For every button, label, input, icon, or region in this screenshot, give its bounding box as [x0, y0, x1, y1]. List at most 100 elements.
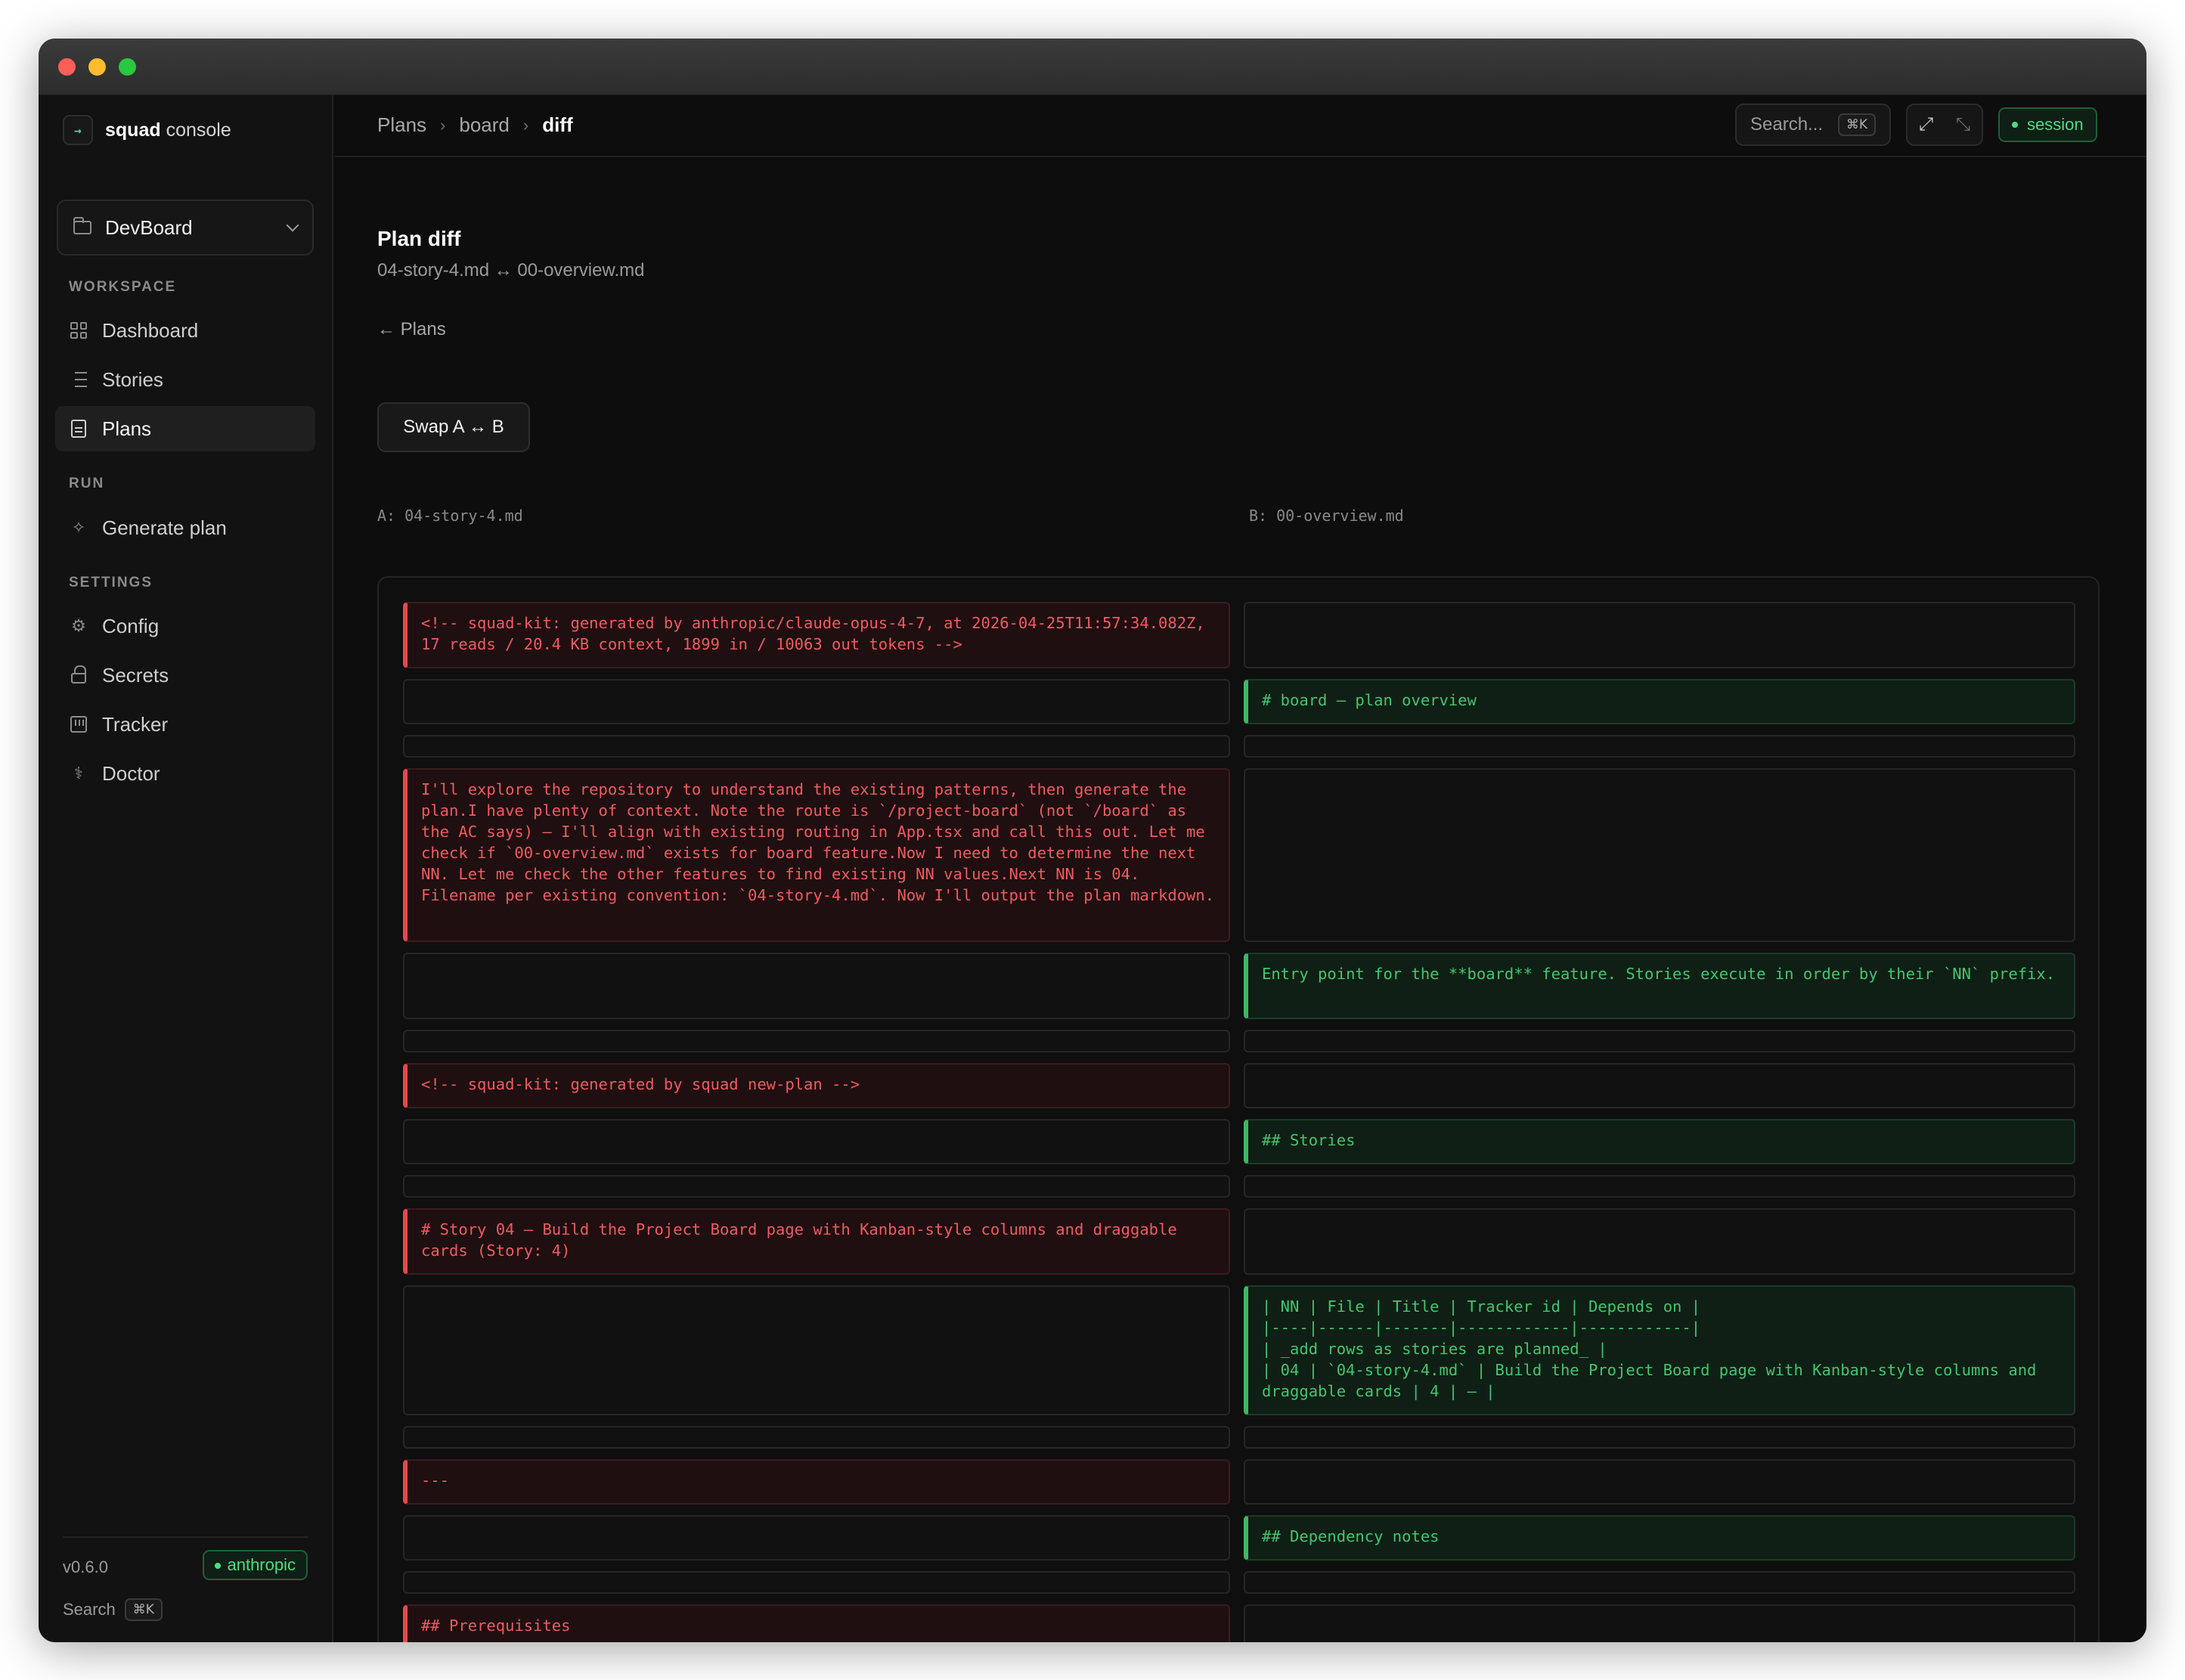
footer-search-label: Search	[63, 1600, 116, 1619]
diff-cell-empty	[1244, 768, 2075, 942]
diff-cell-empty	[1244, 1604, 2075, 1642]
swap-button[interactable]: Swap A ↔ B	[377, 402, 530, 452]
sidebar: → squad console DevBoard WORKSPACE Dashb…	[39, 95, 333, 1642]
diff-cell-removed: I'll explore the repository to understan…	[403, 768, 1230, 942]
diff-cell-context	[403, 735, 1230, 758]
diff-cell-context	[1244, 1030, 2075, 1052]
brand-name: squad console	[105, 119, 231, 141]
sidebar-item-stories[interactable]: Stories	[55, 357, 315, 402]
search-placeholder: Search...	[1750, 114, 1824, 135]
breadcrumb-current: diff	[542, 113, 573, 136]
session-badge: session	[1998, 107, 2097, 142]
diff-cell-added: # board — plan overview	[1244, 679, 2075, 724]
sidebar-item-label: Generate plan	[102, 516, 227, 539]
section-label-settings: SETTINGS	[69, 575, 153, 590]
diff-cell-added: | NN | File | Title | Tracker id | Depen…	[1244, 1285, 2075, 1415]
diff-panel: <!-- squad-kit: generated by anthropic/c…	[377, 576, 2100, 1642]
main-content: Plans › board › diff Search... ⌘K ⤢ ⤡ se…	[335, 95, 2146, 1642]
diff-cell-added: Entry point for the **board** feature. S…	[1244, 953, 2075, 1019]
diff-cell-removed: <!-- squad-kit: generated by anthropic/c…	[403, 602, 1230, 668]
section-label-workspace: WORKSPACE	[69, 279, 177, 295]
chevron-right-icon: ›	[440, 115, 446, 135]
minimize-window-button[interactable]	[88, 58, 106, 76]
diff-cell-empty	[403, 953, 1230, 1019]
page-subtitle: 04-story-4.md ↔ 00-overview.md	[377, 260, 645, 281]
shortcut-key: ⌘K	[124, 1598, 163, 1621]
zoom-window-button[interactable]	[119, 58, 136, 76]
sidebar-item-plans[interactable]: Plans	[55, 406, 315, 451]
title-bar	[39, 39, 2146, 95]
chevron-down-icon	[286, 219, 299, 232]
breadcrumb-board[interactable]: board	[459, 113, 510, 137]
sidebar-item-label: Secrets	[102, 663, 169, 687]
diff-cell-removed: <!-- squad-kit: generated by squad new-p…	[403, 1063, 1230, 1108]
sidebar-item-secrets[interactable]: Secrets	[55, 652, 315, 698]
page-title: Plan diff	[377, 227, 461, 250]
diff-cell-empty	[403, 1285, 1230, 1415]
app-window: → squad console DevBoard WORKSPACE Dashb…	[39, 39, 2146, 1642]
sidebar-item-label: Plans	[102, 417, 152, 440]
sidebar-item-config[interactable]: ⚙ Config	[55, 603, 315, 649]
sidebar-item-label: Tracker	[102, 712, 169, 736]
diff-cell-context	[1244, 1175, 2075, 1198]
brand[interactable]: → squad console	[63, 115, 231, 145]
sparkle-icon: ✧	[71, 518, 86, 537]
diff-cell-removed: ---	[403, 1459, 1230, 1505]
diff-cell-empty	[403, 1119, 1230, 1164]
project-name: DevBoard	[105, 215, 193, 239]
diff-cell-empty	[1244, 1063, 2075, 1108]
breadcrumb: Plans › board › diff	[377, 113, 573, 137]
sidebar-item-label: Doctor	[102, 761, 160, 785]
section-label-run: RUN	[69, 476, 105, 491]
diff-cell-removed: # Story 04 — Build the Project Board pag…	[403, 1208, 1230, 1275]
gear-icon: ⚙	[71, 616, 86, 635]
footer-search-hint[interactable]: Search ⌘K	[63, 1598, 163, 1621]
dashboard-icon	[69, 321, 88, 340]
diff-cell-empty	[1244, 1208, 2075, 1275]
diff-cell-context	[1244, 1571, 2075, 1594]
breadcrumb-plans[interactable]: Plans	[377, 113, 426, 137]
diff-cell-context	[403, 1426, 1230, 1449]
view-toggle-group: ⤢ ⤡	[1906, 104, 1983, 146]
collapse-icon[interactable]: ⤡	[1945, 105, 1982, 144]
close-window-button[interactable]	[58, 58, 76, 76]
sidebar-item-label: Config	[102, 614, 160, 637]
sidebar-item-label: Stories	[102, 367, 163, 391]
back-to-plans-link[interactable]: ← Plans	[377, 319, 446, 340]
diff-cell-empty	[1244, 1459, 2075, 1505]
chevron-right-icon: ›	[522, 115, 529, 135]
sidebar-item-tracker[interactable]: Tracker	[55, 702, 315, 747]
diff-cell-context	[1244, 735, 2075, 758]
diff-cell-empty	[1244, 602, 2075, 668]
stethoscope-icon: ⚕	[74, 764, 83, 783]
diff-cell-added: ## Dependency notes	[1244, 1515, 2075, 1561]
tracker-icon	[69, 714, 88, 734]
terminal-arrow-icon: →	[63, 115, 93, 145]
top-bar: Plans › board › diff Search... ⌘K ⤢ ⤡ se…	[335, 95, 2146, 157]
project-selector[interactable]: DevBoard	[57, 200, 314, 256]
folder-icon	[73, 217, 91, 234]
lock-icon	[69, 665, 88, 685]
sidebar-item-generate-plan[interactable]: ✧ Generate plan	[55, 505, 315, 550]
search-button[interactable]: Search... ⌘K	[1735, 104, 1891, 146]
sidebar-footer: v0.6.0 anthropic Search ⌘K	[63, 1536, 308, 1642]
provider-badge: anthropic	[203, 1550, 308, 1580]
sidebar-item-label: Dashboard	[102, 318, 199, 342]
diff-cell-context	[403, 1571, 1230, 1594]
file-a-label: A: 04-story-4.md	[377, 507, 523, 525]
version-label: v0.6.0	[63, 1558, 108, 1576]
file-b-label: B: 00-overview.md	[1249, 507, 1404, 525]
sidebar-item-doctor[interactable]: ⚕ Doctor	[55, 751, 315, 796]
shortcut-key: ⌘K	[1837, 113, 1876, 136]
document-icon	[69, 419, 88, 439]
diff-cell-context	[403, 1175, 1230, 1198]
diff-cell-removed: ## Prerequisites - [Story 01 completed](…	[403, 1604, 1230, 1642]
list-check-icon	[69, 370, 88, 389]
diff-cell-empty	[403, 1515, 1230, 1561]
sidebar-item-dashboard[interactable]: Dashboard	[55, 308, 315, 353]
diff-cell-context	[403, 1030, 1230, 1052]
diff-cell-context	[1244, 1426, 2075, 1449]
diff-cell-empty	[403, 679, 1230, 724]
expand-icon[interactable]: ⤢	[1908, 105, 1945, 144]
diff-cell-added: ## Stories	[1244, 1119, 2075, 1164]
